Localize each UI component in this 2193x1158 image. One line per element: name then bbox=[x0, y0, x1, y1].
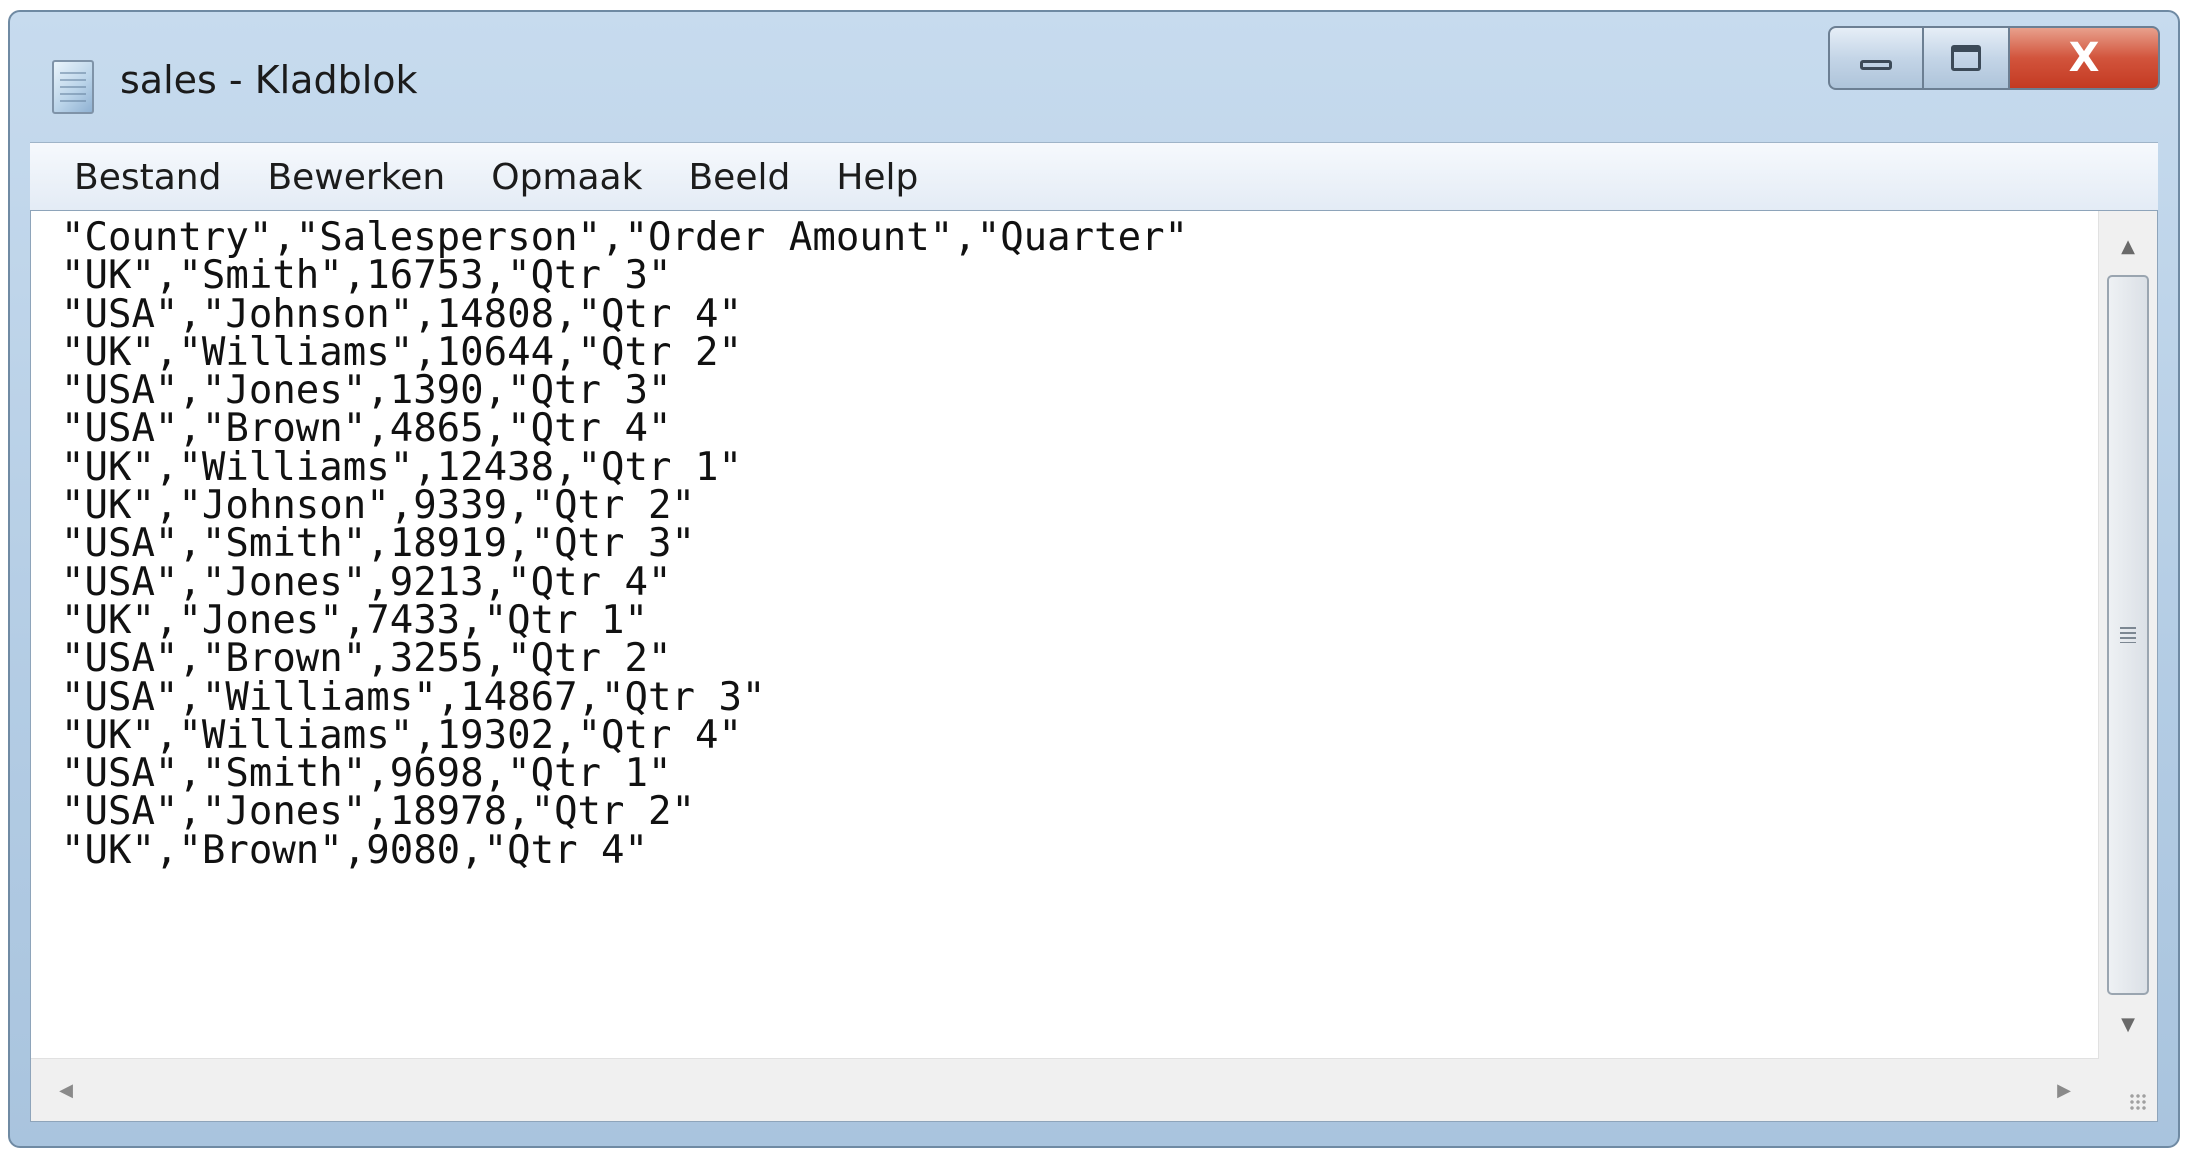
text-line: "USA","Smith",9698,"Qtr 1" bbox=[61, 751, 672, 797]
scroll-right-icon[interactable]: ▶ bbox=[2039, 1059, 2089, 1121]
menu-item-help[interactable]: Help bbox=[813, 157, 941, 198]
window-title: sales - Kladblok bbox=[120, 58, 418, 102]
maximize-button[interactable] bbox=[1922, 26, 2010, 90]
text-line: "UK","Johnson",9339,"Qtr 2" bbox=[61, 483, 695, 529]
text-line: "USA","Williams",14867,"Qtr 3" bbox=[61, 674, 766, 720]
vertical-scroll-thumb[interactable] bbox=[2107, 275, 2149, 995]
scroll-down-icon[interactable]: ▼ bbox=[2099, 995, 2157, 1053]
text-line: "UK","Brown",9080,"Qtr 4" bbox=[61, 827, 648, 873]
editor-area: "Country","Salesperson","Order Amount","… bbox=[30, 210, 2158, 1122]
text-line: "USA","Jones",1390,"Qtr 3" bbox=[61, 368, 672, 414]
text-line: "USA","Jones",9213,"Qtr 4" bbox=[61, 559, 672, 605]
title-bar[interactable]: sales - Kladblok X bbox=[10, 12, 2178, 142]
minimize-icon bbox=[1860, 60, 1892, 70]
text-line: "USA","Brown",4865,"Qtr 4" bbox=[61, 406, 672, 452]
text-line: "USA","Smith",18919,"Qtr 3" bbox=[61, 521, 695, 567]
text-line: "USA","Brown",3255,"Qtr 2" bbox=[61, 636, 672, 682]
text-line: "USA","Johnson",14808,"Qtr 4" bbox=[61, 291, 742, 337]
caption-buttons: X bbox=[1828, 26, 2160, 90]
text-line: "UK","Smith",16753,"Qtr 3" bbox=[61, 253, 672, 299]
text-editor[interactable]: "Country","Salesperson","Order Amount","… bbox=[31, 211, 2099, 1059]
notepad-icon bbox=[52, 60, 94, 114]
close-button[interactable]: X bbox=[2010, 26, 2160, 90]
text-line: "UK","Williams",19302,"Qtr 4" bbox=[61, 712, 742, 758]
text-line: "UK","Jones",7433,"Qtr 1" bbox=[61, 597, 648, 643]
menu-item-bewerken[interactable]: Bewerken bbox=[244, 157, 468, 198]
vertical-scrollbar[interactable]: ▲ ▼ bbox=[2098, 211, 2157, 1059]
resize-grip-icon[interactable] bbox=[2099, 1059, 2157, 1121]
menu-item-bestand[interactable]: Bestand bbox=[30, 157, 244, 198]
text-line: "UK","Williams",12438,"Qtr 1" bbox=[61, 444, 742, 490]
scroll-up-icon[interactable]: ▲ bbox=[2099, 217, 2157, 275]
minimize-button[interactable] bbox=[1828, 26, 1922, 90]
menu-bar: Bestand Bewerken Opmaak Beeld Help bbox=[30, 142, 2158, 211]
close-icon: X bbox=[2068, 35, 2100, 81]
text-line: "USA","Jones",18978,"Qtr 2" bbox=[61, 789, 695, 835]
maximize-icon bbox=[1951, 45, 1981, 71]
notepad-window: sales - Kladblok X Bestand Bewerken Opma… bbox=[8, 10, 2180, 1148]
scroll-left-icon[interactable]: ◀ bbox=[41, 1059, 91, 1121]
grip-icon bbox=[2120, 627, 2136, 643]
menu-item-opmaak[interactable]: Opmaak bbox=[468, 157, 665, 198]
text-line: "Country","Salesperson","Order Amount","… bbox=[61, 215, 1189, 260]
text-line: "UK","Williams",10644,"Qtr 2" bbox=[61, 329, 742, 375]
horizontal-scrollbar[interactable]: ◀ ▶ bbox=[31, 1058, 2099, 1121]
menu-item-beeld[interactable]: Beeld bbox=[665, 157, 813, 198]
